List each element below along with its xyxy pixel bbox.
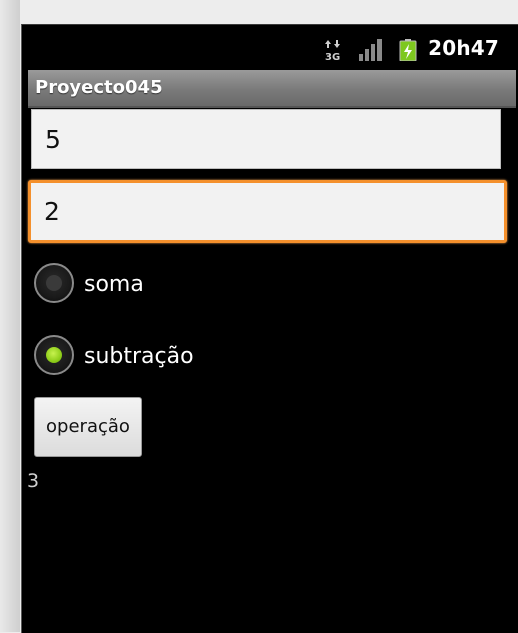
first-number-field[interactable]: 5 [31,109,501,169]
radio-unchecked-indicator [46,275,62,291]
second-number-field[interactable]: 2 [28,180,507,243]
subtracao-radio-button[interactable] [34,335,74,375]
3g-data-icon: 3G [325,40,340,61]
svg-text:3G: 3G [325,52,340,61]
soma-radio-button[interactable] [34,263,74,303]
radio-checked-indicator [46,347,62,363]
app-title: Proyecto045 [35,77,163,98]
subtracao-radio-label[interactable]: subtração [84,344,194,369]
soma-radio-label[interactable]: soma [84,272,144,297]
signal-strength-icon [359,39,382,61]
result-text: 3 [27,470,40,492]
emulator-screen: 3G 20h47 Proyecto045 5 2 soma subtração … [21,24,518,633]
operacao-button[interactable]: operação [34,397,142,457]
status-bar: 3G 20h47 [22,25,518,71]
app-title-bar: Proyecto045 [28,70,516,108]
status-clock: 20h47 [428,36,499,60]
battery-charging-icon [399,39,417,61]
